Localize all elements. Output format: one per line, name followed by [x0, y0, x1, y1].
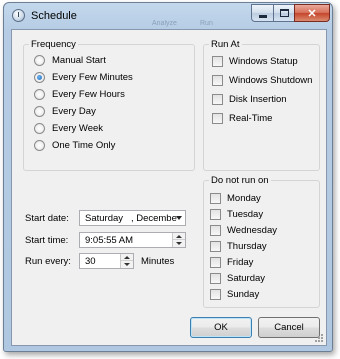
frequency-option-one-time-only[interactable]: One Time Only: [34, 140, 115, 151]
option-label: Real-Time: [229, 113, 273, 124]
background-ghost-label: Analyze: [152, 20, 177, 27]
run-at-option-disk-insertion[interactable]: Disk Insertion: [212, 94, 287, 105]
day-option-sunday[interactable]: Sunday: [210, 289, 259, 300]
run-every-spinner[interactable]: [120, 254, 133, 268]
run-at-option-windows-shutdown[interactable]: Windows Shutdown: [212, 75, 312, 86]
option-label: Every Few Hours: [52, 89, 125, 100]
day-label: Wednesday: [227, 225, 277, 236]
chevron-down-icon[interactable]: [176, 216, 182, 220]
day-label: Friday: [227, 257, 254, 268]
checkbox[interactable]: [210, 209, 221, 220]
checkbox[interactable]: [210, 241, 221, 252]
frequency-group-title: Frequency: [29, 39, 78, 50]
close-icon: ✕: [307, 7, 317, 20]
maximize-icon: [279, 9, 289, 17]
checkbox[interactable]: [210, 273, 221, 284]
run-at-option-real-time[interactable]: Real-Time: [212, 113, 272, 124]
clock-icon: [12, 9, 25, 22]
spin-up-icon[interactable]: [173, 233, 185, 240]
day-label: Saturday: [227, 273, 266, 284]
radio-button[interactable]: [34, 55, 45, 66]
run-at-option-windows-startup[interactable]: Windows Statup: [212, 56, 298, 67]
option-label: Windows Statup: [229, 56, 298, 67]
checkbox[interactable]: [210, 257, 221, 268]
spin-up-icon[interactable]: [121, 254, 133, 261]
frequency-option-manual-start[interactable]: Manual Start: [34, 55, 106, 66]
dialog-client-area: Frequency Manual Start Every Few Minutes…: [11, 29, 327, 346]
option-label: Windows Shutdown: [229, 75, 313, 86]
close-button[interactable]: ✕: [294, 4, 330, 22]
window-title: Schedule: [31, 10, 77, 22]
spin-down-icon[interactable]: [173, 240, 185, 247]
checkbox[interactable]: [210, 225, 221, 236]
option-label: Every Day: [52, 106, 96, 117]
frequency-option-every-few-minutes[interactable]: Every Few Minutes: [34, 72, 133, 83]
day-label: Monday: [227, 193, 261, 204]
option-label: Disk Insertion: [229, 94, 287, 105]
option-label: Every Few Minutes: [52, 72, 133, 83]
start-time-spinner[interactable]: [172, 233, 185, 247]
checkbox[interactable]: [210, 289, 221, 300]
checkbox[interactable]: [212, 56, 223, 67]
start-date-label: Start date:: [25, 213, 69, 224]
day-label: Thursday: [227, 241, 267, 252]
radio-button[interactable]: [34, 89, 45, 100]
cancel-button[interactable]: Cancel: [258, 317, 320, 338]
frequency-option-every-week[interactable]: Every Week: [34, 123, 103, 134]
run-every-value: 30: [85, 255, 96, 267]
day-option-tuesday[interactable]: Tuesday: [210, 209, 263, 220]
maximize-button[interactable]: [273, 4, 295, 22]
run-at-group-title: Run At: [209, 39, 242, 50]
radio-button[interactable]: [34, 140, 45, 151]
day-option-monday[interactable]: Monday: [210, 193, 261, 204]
spin-down-icon[interactable]: [121, 261, 133, 268]
run-every-input[interactable]: 30: [79, 253, 134, 269]
checkbox[interactable]: [212, 94, 223, 105]
day-label: Sunday: [227, 289, 260, 300]
title-bar[interactable]: Schedule Analyze Run ✕: [4, 3, 332, 29]
minimize-icon: [258, 14, 267, 18]
run-at-group: Run At Windows Statup Windows Shutdown D…: [203, 39, 320, 171]
start-date-picker[interactable]: Saturday , Decembe: [79, 210, 186, 226]
radio-button-selected[interactable]: [34, 72, 45, 83]
checkbox[interactable]: [212, 113, 223, 124]
run-every-label: Run every:: [25, 256, 71, 267]
do-not-run-on-group-title: Do not run on: [209, 175, 271, 186]
checkbox[interactable]: [212, 75, 223, 86]
minimize-button[interactable]: [251, 4, 274, 22]
checkbox[interactable]: [210, 193, 221, 204]
start-time-label: Start time:: [25, 235, 69, 246]
day-label: Tuesday: [227, 209, 264, 220]
day-option-saturday[interactable]: Saturday: [210, 273, 265, 284]
start-time-value: 9:05:55 AM: [85, 234, 134, 246]
frequency-option-every-few-hours[interactable]: Every Few Hours: [34, 89, 125, 100]
day-option-wednesday[interactable]: Wednesday: [210, 225, 277, 236]
resize-grip-icon[interactable]: [314, 333, 324, 343]
option-label: Every Week: [52, 123, 104, 134]
day-option-friday[interactable]: Friday: [210, 257, 253, 268]
option-label: Manual Start: [52, 55, 106, 66]
frequency-option-every-day[interactable]: Every Day: [34, 106, 96, 117]
start-time-input[interactable]: 9:05:55 AM: [79, 232, 186, 248]
schedule-window: Schedule Analyze Run ✕ Frequency Manual …: [3, 2, 333, 352]
do-not-run-on-group: Do not run on Monday Tuesday Wednesday T…: [203, 175, 320, 308]
ok-button[interactable]: OK: [190, 317, 252, 338]
option-label: One Time Only: [52, 140, 116, 151]
background-ghost-label: Run: [200, 20, 213, 27]
radio-button[interactable]: [34, 106, 45, 117]
frequency-group: Frequency Manual Start Every Few Minutes…: [23, 39, 195, 171]
day-option-thursday[interactable]: Thursday: [210, 241, 267, 252]
run-every-unit: Minutes: [141, 256, 175, 267]
start-date-value: Saturday , Decembe: [85, 212, 177, 224]
radio-button[interactable]: [34, 123, 45, 134]
